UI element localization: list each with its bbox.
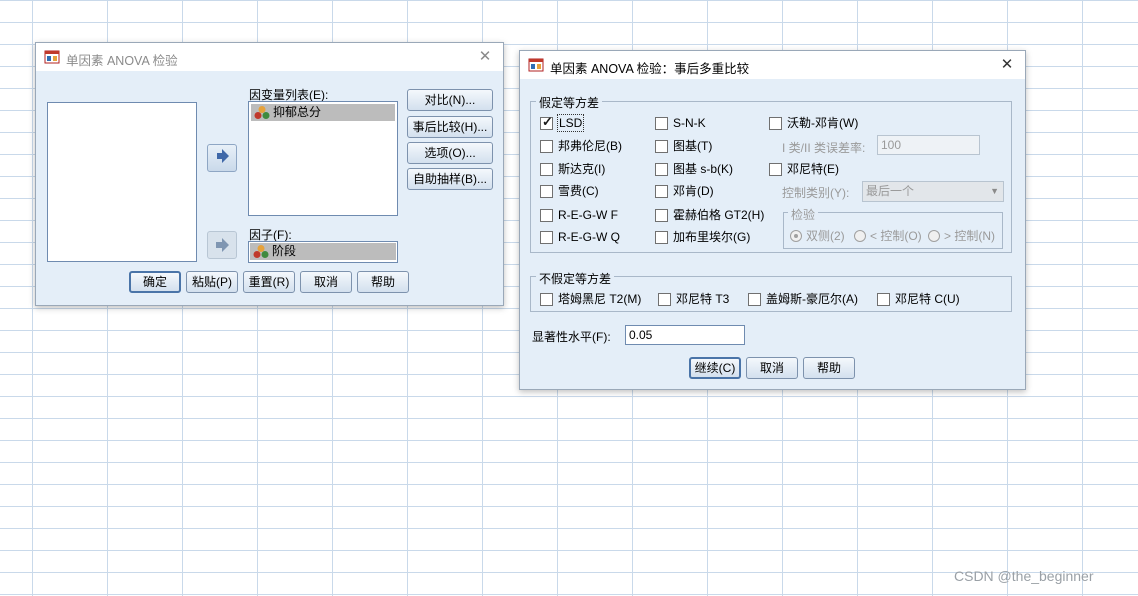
factor-item-text: 阶段 (272, 244, 297, 258)
move-to-dependent-button[interactable] (207, 144, 237, 172)
spss-dialog-icon (44, 50, 60, 64)
checkbox-box (540, 163, 553, 176)
checkbox-box (540, 185, 553, 198)
checkbox-box (769, 117, 782, 130)
scale-variable-icon (253, 245, 269, 258)
scale-variable-icon (254, 106, 270, 119)
move-right-arrow-icon (217, 149, 229, 163)
oneway-anova-dialog: 单因素 ANOVA 检验 ✕ 因变量列表(E): 抑郁总分 因子(F): 阶段 … (35, 42, 504, 306)
cancel-button[interactable]: 取消 (300, 271, 352, 293)
control-category-select[interactable]: 最后一个 ▼ (862, 181, 1004, 202)
checkbox-box (655, 231, 668, 244)
post-hoc-dialog: 单因素 ANOVA 检验：事后多重比较 ✕ 假定等方差 ✓ LSD 邦弗伦尼(B… (519, 50, 1026, 390)
checkbox-box (655, 185, 668, 198)
checkbox-box: ✓ (540, 114, 553, 130)
help-button[interactable]: 帮助 (357, 271, 409, 293)
close-icon[interactable]: ✕ (997, 55, 1017, 75)
checkbox-box (748, 293, 761, 306)
checkbox-box (655, 140, 668, 153)
options-button[interactable]: 选项(O)... (407, 142, 493, 164)
cancel-button[interactable]: 取消 (746, 357, 798, 379)
unequal-variance-group-label: 不假定等方差 (536, 270, 615, 287)
significance-input[interactable]: 0.05 (625, 325, 745, 345)
dependent-item-text: 抑郁总分 (273, 105, 322, 119)
control-category-label: 控制类别(Y): (782, 186, 850, 200)
checkbox-box (540, 231, 553, 244)
spss-dialog-icon (528, 58, 544, 72)
radio-circle (854, 230, 866, 242)
checkbox-box (655, 209, 668, 222)
checkbox-box (769, 163, 782, 176)
factor-field[interactable]: 阶段 (248, 241, 398, 263)
checkbox-box (540, 140, 553, 153)
reset-button[interactable]: 重置(R) (243, 271, 295, 293)
checkbox-box (658, 293, 671, 306)
bootstrap-button[interactable]: 自助抽样(B)... (407, 168, 493, 190)
dependent-list[interactable]: 抑郁总分 (248, 101, 398, 216)
continue-button[interactable]: 继续(C) (689, 357, 741, 379)
checkbox-box (877, 293, 890, 306)
close-icon[interactable]: ✕ (475, 47, 495, 67)
radio-circle (790, 230, 802, 242)
ok-button[interactable]: 确定 (129, 271, 181, 293)
chevron-down-icon: ▼ (990, 186, 999, 196)
contrasts-button[interactable]: 对比(N)... (407, 89, 493, 111)
factor-item[interactable]: 阶段 (250, 243, 396, 260)
source-variable-list[interactable] (47, 102, 197, 262)
help-button[interactable]: 帮助 (803, 357, 855, 379)
radio-circle (928, 230, 940, 242)
checkbox-box (655, 117, 668, 130)
equal-variance-group-label: 假定等方差 (536, 94, 603, 111)
checkbox-box (540, 293, 553, 306)
dependent-list-item[interactable]: 抑郁总分 (251, 104, 395, 121)
significance-label: 显著性水平(F): (532, 330, 611, 344)
main-dialog-titlebar[interactable]: 单因素 ANOVA 检验 ✕ (36, 43, 503, 71)
test-group-label: 检验 (788, 206, 819, 223)
paste-button[interactable]: 粘贴(P) (186, 271, 238, 293)
move-to-factor-button[interactable] (207, 231, 237, 259)
post-hoc-button[interactable]: 事后比较(H)... (407, 116, 493, 138)
move-right-arrow-disabled-icon (216, 238, 229, 252)
post-hoc-titlebar[interactable]: 单因素 ANOVA 检验：事后多重比较 ✕ (520, 51, 1025, 79)
error-ratio-label: I 类/II 类误差率: (782, 141, 866, 155)
checkbox-box (655, 163, 668, 176)
post-hoc-title: 单因素 ANOVA 检验：事后多重比较 (550, 62, 750, 76)
watermark: CSDN @the_beginner (954, 568, 1094, 584)
main-dialog-title: 单因素 ANOVA 检验 (66, 54, 178, 68)
error-ratio-input[interactable]: 100 (877, 135, 980, 155)
checkbox-box (540, 209, 553, 222)
